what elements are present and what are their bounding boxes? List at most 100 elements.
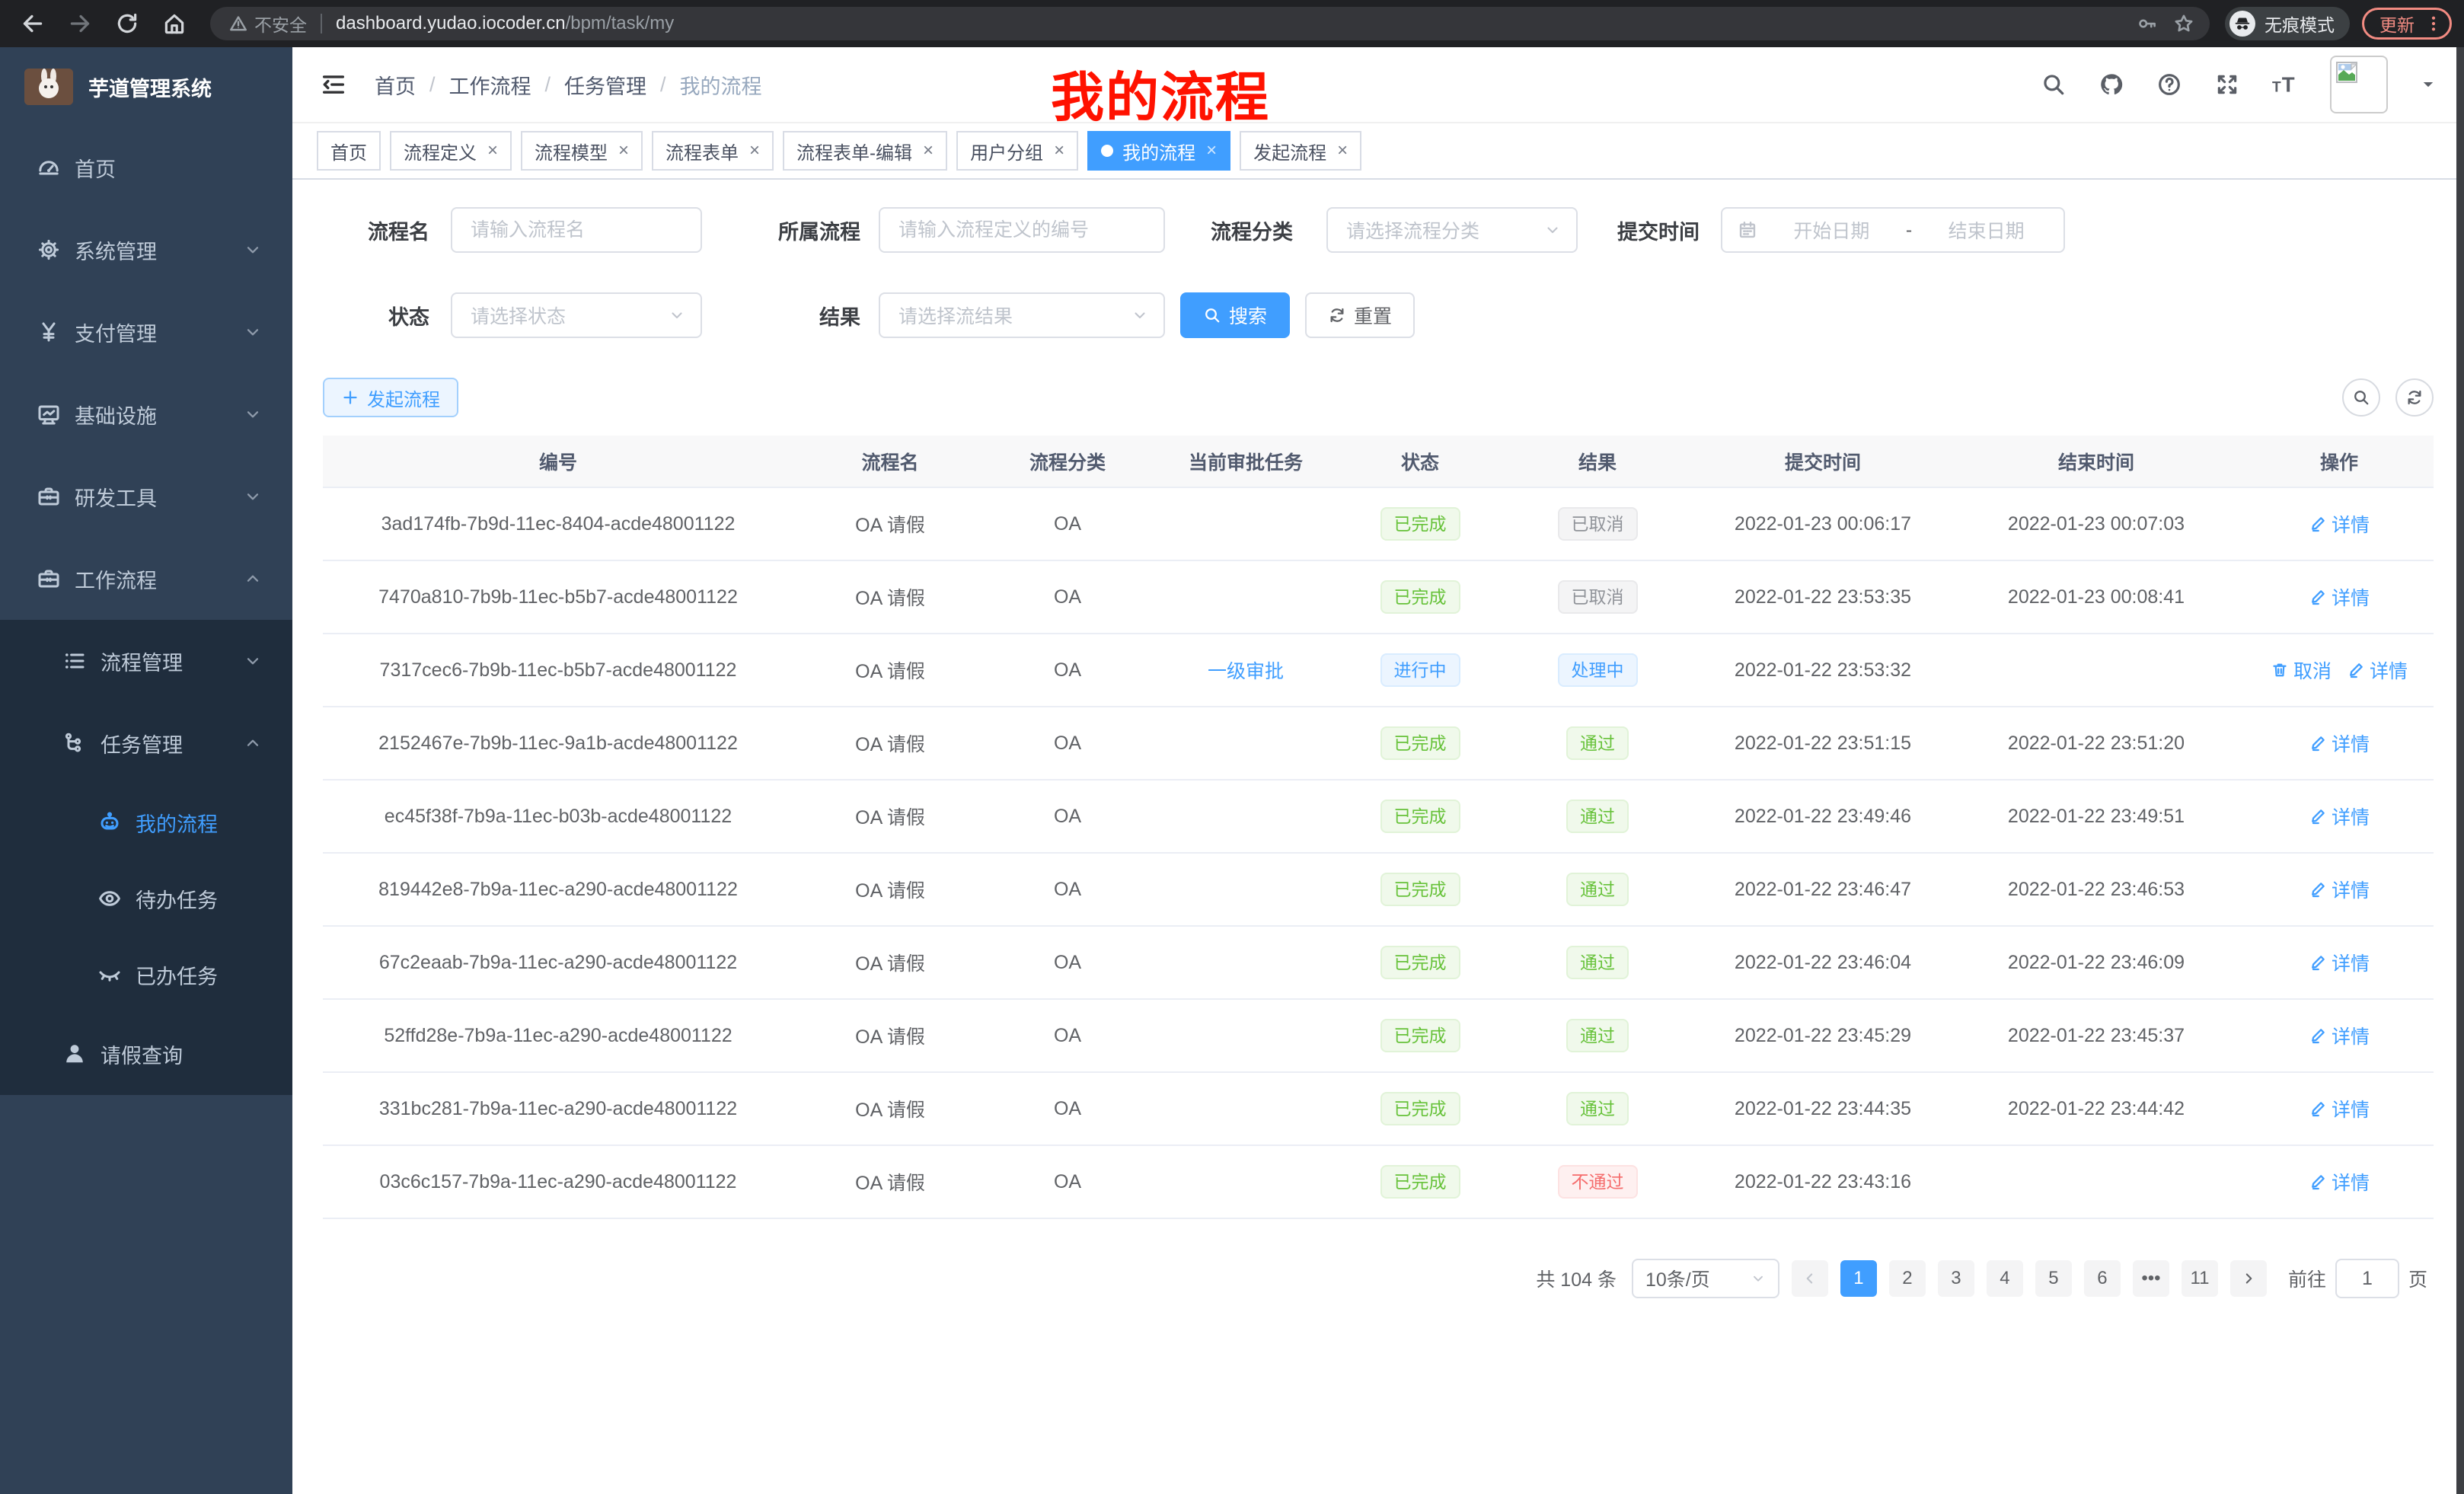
header-search-icon[interactable] [2041, 72, 2067, 97]
update-button[interactable]: 更新 [2362, 8, 2452, 40]
sidebar-item-workflow[interactable]: 工作流程 [0, 538, 292, 620]
tab-process-form-edit[interactable]: 流程表单-编辑 × [783, 131, 947, 171]
sidebar-item-devtools[interactable]: 研发工具 [0, 455, 292, 538]
avatar[interactable] [2330, 56, 2388, 113]
breadcrumb-item[interactable]: 工作流程 [449, 70, 531, 100]
result-select[interactable]: 请选择流结果 [879, 292, 1165, 338]
tab-close-icon[interactable]: × [1054, 140, 1064, 161]
detail-action-link[interactable]: 详情 [2309, 876, 2370, 903]
page-button-1[interactable]: 1 [1840, 1260, 1877, 1297]
detail-action-link[interactable]: 详情 [2309, 1095, 2370, 1122]
github-icon[interactable] [2099, 72, 2124, 97]
detail-action-link[interactable]: 详情 [2309, 510, 2370, 538]
bookmark-star-icon[interactable] [2173, 13, 2194, 34]
sidebar-item-infra[interactable]: 基础设施 [0, 373, 292, 455]
sidebar-item-done-task[interactable]: 已办任务 [0, 937, 292, 1013]
table-row: 52ffd28e-7b9a-11ec-a290-acde48001122 OA … [323, 999, 2434, 1072]
search-button[interactable]: 搜索 [1180, 292, 1290, 338]
sidebar-item-task-manage[interactable]: 任务管理 [0, 702, 292, 784]
user-menu-caret-icon[interactable] [2420, 76, 2437, 93]
tab-close-icon[interactable]: × [618, 140, 629, 161]
submit-time-range-picker[interactable]: 开始日期 - 结束日期 [1721, 207, 2065, 253]
password-key-icon[interactable] [2137, 13, 2158, 34]
current-task-link[interactable]: 一级审批 [1208, 656, 1284, 684]
tab-close-icon[interactable]: × [487, 140, 498, 161]
browser-home-icon[interactable] [161, 11, 187, 37]
toggle-search-button[interactable] [2342, 378, 2380, 417]
tab-my-process[interactable]: 我的流程 × [1087, 131, 1230, 171]
prev-page-button[interactable] [1792, 1260, 1828, 1297]
cell-submit-time: 2022-01-22 23:46:47 [1698, 853, 1948, 926]
process-definition-input[interactable] [879, 207, 1165, 253]
help-icon[interactable] [2156, 72, 2182, 97]
process-name-input[interactable] [451, 207, 702, 253]
page-button-3[interactable]: 3 [1938, 1260, 1974, 1297]
page-size-select[interactable]: 10条/页 [1632, 1259, 1779, 1298]
page-button-11[interactable]: 11 [2182, 1260, 2218, 1297]
page-button-2[interactable]: 2 [1889, 1260, 1926, 1297]
sidebar-item-todo-task[interactable]: 待办任务 [0, 860, 292, 937]
cancel-action-link[interactable]: 取消 [2271, 656, 2332, 684]
detail-action-link[interactable]: 详情 [2309, 1022, 2370, 1049]
sidebar-item-my-process[interactable]: 我的流程 [0, 784, 292, 860]
sidebar-toggle-icon[interactable] [320, 71, 347, 98]
sidebar-item-leave-query[interactable]: 请假查询 [0, 1013, 292, 1095]
sidebar-item-payment[interactable]: 支付管理 [0, 291, 292, 373]
detail-action-link[interactable]: 详情 [2309, 949, 2370, 976]
next-page-button[interactable] [2230, 1260, 2267, 1297]
detail-action-link[interactable]: 详情 [2309, 729, 2370, 757]
column-header: 流程名 [793, 436, 987, 487]
category-select[interactable]: 请选择流程分类 [1326, 207, 1578, 253]
sidebar-item-system[interactable]: 系统管理 [0, 209, 292, 291]
cell-id: 7470a810-7b9b-11ec-b5b7-acde48001122 [323, 560, 793, 634]
tab-close-icon[interactable]: × [749, 140, 760, 161]
tab-start-process[interactable]: 发起流程 × [1240, 131, 1361, 171]
cell-status: 已完成 [1343, 560, 1497, 634]
browser-scrollbar[interactable] [2456, 47, 2464, 1494]
tab-user-group[interactable]: 用户分组 × [956, 131, 1078, 171]
reset-button[interactable]: 重置 [1305, 292, 1415, 338]
detail-action-link[interactable]: 详情 [2309, 1168, 2370, 1196]
goto-page-input[interactable] [2335, 1259, 2399, 1298]
active-dot [1101, 145, 1113, 157]
tab-home[interactable]: 首页 [317, 131, 381, 171]
start-process-button[interactable]: 发起流程 [323, 378, 458, 417]
table-header-row: 编号流程名流程分类当前审批任务状态结果提交时间结束时间操作 [323, 436, 2434, 487]
tab-close-icon[interactable]: × [923, 140, 934, 161]
page-button-6[interactable]: 6 [2084, 1260, 2121, 1297]
tab-close-icon[interactable]: × [1337, 140, 1348, 161]
page-button-5[interactable]: 5 [2035, 1260, 2072, 1297]
status-select[interactable]: 请选择状态 [451, 292, 702, 338]
detail-action-link[interactable]: 详情 [2347, 656, 2408, 684]
breadcrumb-item[interactable]: 首页 [375, 70, 416, 100]
status-tag: 已完成 [1380, 800, 1460, 833]
font-size-icon[interactable]: TT [2272, 72, 2298, 97]
tab-process-model[interactable]: 流程模型 × [521, 131, 643, 171]
svg-text:T: T [2282, 73, 2295, 97]
fullscreen-icon[interactable] [2214, 72, 2240, 97]
tab-process-definition[interactable]: 流程定义 × [390, 131, 512, 171]
address-bar[interactable]: 不安全 dashboard.yudao.iocoder.cn/bpm/task/… [210, 7, 2210, 40]
browser-reload-icon[interactable] [114, 11, 140, 37]
browser-back-icon[interactable] [20, 11, 46, 37]
tab-close-icon[interactable]: × [1206, 140, 1217, 161]
refresh-icon [2405, 388, 2424, 407]
breadcrumb-item: 我的流程 [680, 70, 762, 100]
detail-action-link[interactable]: 详情 [2309, 583, 2370, 611]
detail-action-link[interactable]: 详情 [2309, 803, 2370, 830]
browser-forward-icon[interactable] [67, 11, 93, 37]
page-button-4[interactable]: 4 [1987, 1260, 2023, 1297]
edit-icon [2309, 588, 2327, 606]
refresh-table-button[interactable] [2395, 378, 2434, 417]
sidebar-item-home[interactable]: 首页 [0, 126, 292, 209]
sidebar-item-process-manage[interactable]: 流程管理 [0, 620, 292, 702]
browser-menu-icon[interactable] [2424, 14, 2443, 34]
tab-process-form[interactable]: 流程表单 × [652, 131, 774, 171]
breadcrumb-item[interactable]: 任务管理 [564, 70, 646, 100]
cell-category: OA [987, 560, 1148, 634]
cell-id: 03c6c157-7b9a-11ec-a290-acde48001122 [323, 1145, 793, 1218]
sidebar-item-label: 已办任务 [136, 960, 292, 990]
cell-process-name: OA 请假 [793, 1072, 987, 1145]
page-more-button[interactable]: ••• [2133, 1260, 2169, 1297]
cell-end-time [1948, 1145, 2245, 1218]
